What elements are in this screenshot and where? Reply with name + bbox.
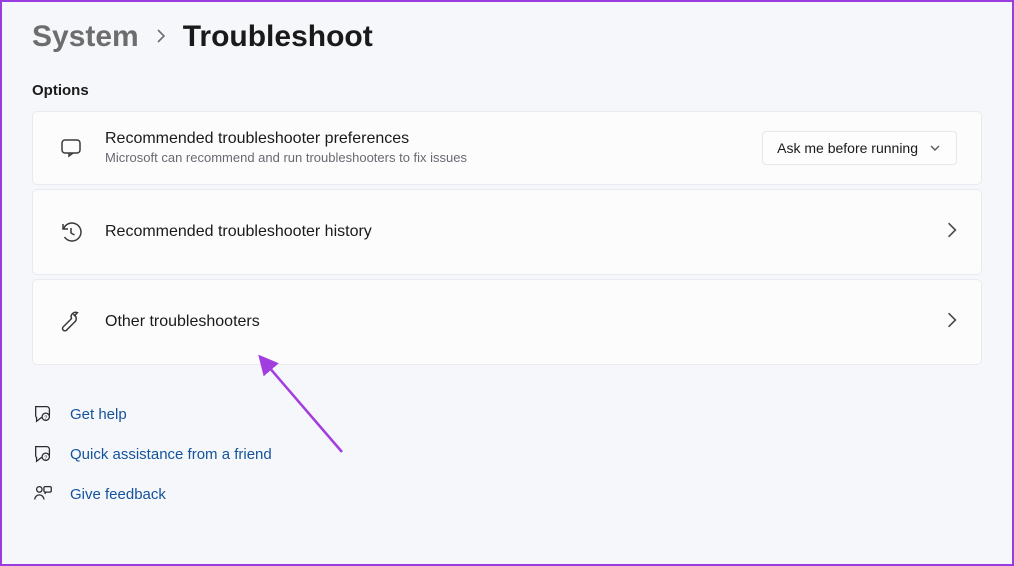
settings-page: System Troubleshoot Options Recommended … [2,2,1012,505]
link-label: Get help [70,406,127,423]
card-title: Other troubleshooters [105,312,947,333]
card-title: Recommended troubleshooter preferences [105,129,762,150]
help-links: ? Get help ? Quick assistance from a fri… [32,403,982,505]
breadcrumb-current: Troubleshoot [183,20,373,54]
help-icon: ? [32,443,54,465]
card-body: Recommended troubleshooter preferences M… [105,129,762,168]
chevron-right-icon [155,26,167,49]
link-label: Quick assistance from a friend [70,446,272,463]
link-give-feedback[interactable]: Give feedback [32,483,982,505]
breadcrumb: System Troubleshoot [32,20,982,54]
preferences-dropdown[interactable]: Ask me before running [762,131,957,165]
link-label: Give feedback [70,486,166,503]
chat-bubble-icon [57,134,85,162]
breadcrumb-parent[interactable]: System [32,20,139,54]
help-icon: ? [32,403,54,425]
svg-text:?: ? [44,456,47,462]
dropdown-value: Ask me before running [777,140,918,156]
link-get-help[interactable]: ? Get help [32,403,982,425]
chevron-right-icon [947,312,957,333]
section-label: Options [32,82,982,99]
card-body: Other troubleshooters [105,312,947,333]
card-subtitle: Microsoft can recommend and run troubles… [105,149,762,167]
history-icon [57,218,85,246]
card-other-troubleshooters[interactable]: Other troubleshooters [32,279,982,365]
card-title: Recommended troubleshooter history [105,222,947,243]
card-body: Recommended troubleshooter history [105,222,947,243]
chevron-down-icon [928,141,942,155]
card-history[interactable]: Recommended troubleshooter history [32,189,982,275]
feedback-icon [32,483,54,505]
chevron-right-icon [947,222,957,243]
link-quick-assistance[interactable]: ? Quick assistance from a friend [32,443,982,465]
svg-text:?: ? [44,416,47,422]
wrench-icon [57,308,85,336]
card-preferences: Recommended troubleshooter preferences M… [32,111,982,185]
